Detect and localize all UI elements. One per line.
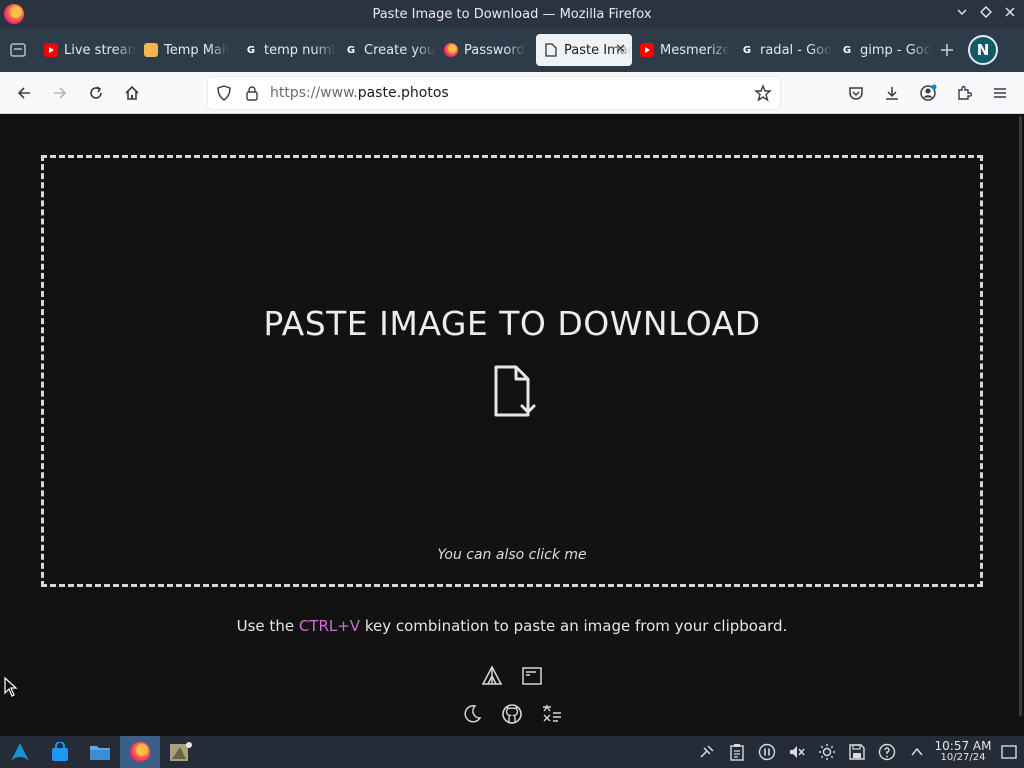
tab-6[interactable]: Mesmerize	[632, 34, 732, 66]
google-icon: G	[742, 44, 752, 56]
tab-label: radal - Google	[760, 42, 832, 58]
firefox-view-icon	[10, 43, 26, 57]
tab-label: temp number	[264, 42, 336, 58]
file-download-icon[interactable]	[492, 364, 540, 420]
tab-8[interactable]: Ggimp - Google	[832, 34, 932, 66]
click-me-text[interactable]: You can also click me	[0, 547, 1024, 563]
tab-4[interactable]: Password	[436, 34, 536, 66]
tab-label: gimp - Google	[860, 42, 932, 58]
start-menu-button[interactable]	[0, 736, 40, 768]
taskbar-firefox[interactable]	[120, 736, 160, 768]
maximize-icon[interactable]	[978, 5, 994, 22]
tab-2[interactable]: Gtemp number	[236, 34, 336, 66]
mail-icon	[144, 43, 158, 57]
url-text[interactable]: https://www.paste.photos	[270, 85, 449, 101]
brightness-icon[interactable]	[812, 736, 842, 768]
media-pause-icon[interactable]	[752, 736, 782, 768]
reload-button[interactable]	[78, 77, 114, 109]
window-titlebar: Paste Image to Download — Mozilla Firefo…	[0, 0, 1024, 28]
tab-label: Password	[464, 42, 525, 58]
firefox-view-button[interactable]	[0, 28, 36, 72]
bookmark-star-icon[interactable]	[754, 84, 772, 102]
tab-5[interactable]: Paste Image✕	[536, 34, 632, 66]
close-window-icon[interactable]	[1002, 6, 1018, 22]
back-button[interactable]	[6, 77, 42, 109]
window-title: Paste Image to Download — Mozilla Firefo…	[372, 6, 652, 22]
firefox-icon	[444, 43, 458, 57]
clock[interactable]: 10:57 AM 10/27/24	[932, 740, 994, 764]
kde-connect-icon[interactable]	[692, 736, 722, 768]
document-icon	[544, 43, 558, 57]
taskbar-files[interactable]	[80, 736, 120, 768]
menu-button[interactable]	[982, 77, 1018, 109]
window-icon[interactable]	[520, 664, 544, 688]
tab-label: Temp Mail	[164, 42, 230, 58]
tray-expand-icon[interactable]	[902, 736, 932, 768]
tab-label: Create your	[364, 42, 436, 58]
gimp-icon	[170, 742, 192, 761]
pocket-button[interactable]	[838, 77, 874, 109]
user-circle-icon	[920, 84, 937, 101]
hamburger-icon	[994, 88, 1006, 98]
show-desktop-icon[interactable]	[994, 736, 1024, 768]
tab-7[interactable]: Gradal - Google	[732, 34, 832, 66]
disk-save-icon[interactable]	[842, 736, 872, 768]
downloads-button[interactable]	[874, 77, 910, 109]
page-content: PASTE IMAGE TO DOWNLOAD You can also cli…	[0, 114, 1024, 736]
pocket-icon	[849, 87, 863, 100]
navigation-toolbar: https://www.paste.photos	[0, 72, 1024, 114]
url-bar[interactable]: https://www.paste.photos	[208, 77, 780, 109]
home-icon	[125, 85, 139, 100]
clock-date: 10/27/24	[940, 752, 986, 763]
close-tab-icon[interactable]: ✕	[615, 42, 626, 57]
page-heading: PASTE IMAGE TO DOWNLOAD	[263, 304, 761, 343]
youtube-icon	[640, 43, 654, 57]
volume-muted-icon[interactable]	[782, 736, 812, 768]
google-icon: G	[842, 44, 852, 56]
folder-icon	[90, 746, 110, 760]
plus-icon	[941, 44, 953, 56]
arrow-left-icon	[17, 86, 30, 99]
account-button[interactable]	[910, 77, 946, 109]
moon-icon[interactable]	[460, 702, 484, 726]
firefox-logo-icon	[4, 4, 24, 24]
firefox-icon	[130, 742, 150, 762]
tab-3[interactable]: G Create your	[336, 34, 436, 66]
tab-1[interactable]: Temp Mail	[136, 34, 236, 66]
new-tab-button[interactable]	[932, 34, 962, 66]
clipboard-icon[interactable]	[722, 736, 752, 768]
translate-icon[interactable]	[540, 702, 564, 726]
github-icon[interactable]	[500, 702, 524, 726]
help-icon[interactable]	[872, 736, 902, 768]
shortcut-key: CTRL+V	[298, 617, 361, 635]
taskbar-store[interactable]	[40, 736, 80, 768]
store-bag-icon	[52, 742, 68, 761]
tent-icon[interactable]	[480, 664, 504, 688]
account-avatar[interactable]: N	[968, 35, 998, 65]
taskbar: 10:57 AM 10/27/24	[0, 736, 1024, 768]
google-icon: G	[346, 44, 356, 56]
youtube-icon	[44, 43, 58, 57]
home-button[interactable]	[114, 77, 150, 109]
arrow-right-icon	[54, 86, 67, 99]
minimize-icon[interactable]	[954, 6, 970, 22]
taskbar-gimp[interactable]	[160, 736, 200, 768]
arch-logo-icon	[11, 743, 29, 761]
clock-time: 10:57 AM	[934, 739, 992, 753]
forward-button[interactable]	[42, 77, 78, 109]
google-icon: G	[246, 44, 256, 56]
paste-hint: Use the CTRL+V key combination to paste …	[236, 617, 788, 635]
mouse-cursor-icon	[4, 677, 18, 697]
tab-label: Mesmerize	[660, 42, 731, 58]
puzzle-icon	[958, 85, 972, 100]
tracking-protection-icon[interactable]	[216, 85, 232, 101]
lock-icon[interactable]	[244, 85, 260, 101]
page-scrollbar[interactable]	[1019, 116, 1022, 716]
reload-icon	[90, 85, 102, 99]
tab-0[interactable]: Live streaming	[36, 34, 136, 66]
tab-bar: Live streamingTemp MailGtemp numberGCrea…	[0, 28, 1024, 72]
download-icon	[886, 87, 898, 100]
extensions-button[interactable]	[946, 77, 982, 109]
tab-label: Live streaming	[64, 42, 136, 58]
